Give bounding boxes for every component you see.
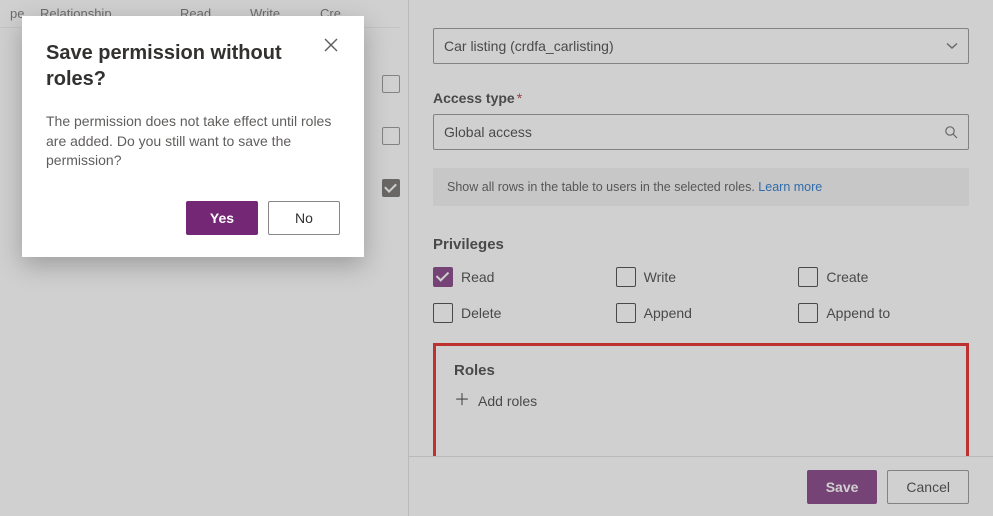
close-icon[interactable] <box>324 38 344 58</box>
dialog-no-button[interactable]: No <box>268 201 340 235</box>
dialog-message: The permission does not take effect unti… <box>46 112 340 171</box>
dialog-yes-button[interactable]: Yes <box>186 201 258 235</box>
save-without-roles-dialog: Save permission without roles? The permi… <box>22 16 364 257</box>
dialog-title: Save permission without roles? <box>46 40 340 92</box>
